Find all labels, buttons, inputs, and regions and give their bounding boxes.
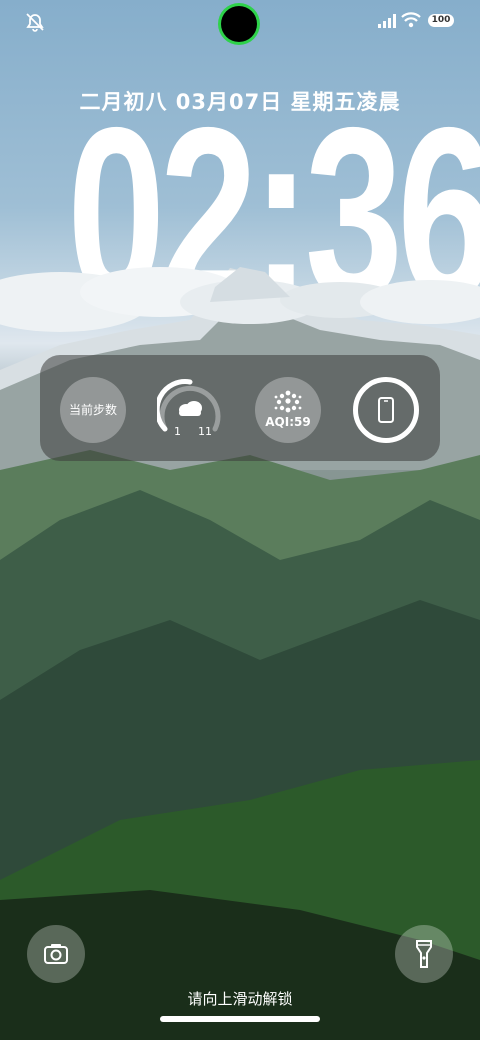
- phone-icon: [378, 397, 394, 423]
- weather-high-temp: 11: [198, 425, 212, 438]
- camera-shortcut-button[interactable]: [27, 925, 85, 983]
- weather-low-temp: 1: [174, 425, 181, 438]
- flashlight-icon: [416, 940, 432, 968]
- wifi-icon: [401, 12, 421, 28]
- camera-icon: [44, 944, 68, 964]
- lock-screen: 100 二月初八 03月07日 星期五凌晨 02:36 当前步数 1 11 AQ…: [0, 0, 480, 1040]
- aqi-widget[interactable]: AQI:59: [255, 377, 321, 443]
- status-bar: 100: [0, 0, 480, 44]
- battery-icon: 100: [428, 14, 454, 27]
- notifications-muted-icon: [26, 13, 44, 32]
- wallpaper-clouds: [0, 267, 480, 332]
- steps-label: 当前步数: [68, 403, 117, 417]
- home-indicator[interactable]: [160, 1016, 320, 1022]
- weather-gauge: [154, 379, 221, 432]
- lockscreen-widgets: 当前步数 1 11 AQI:59: [40, 355, 440, 461]
- aqi-dots-icon: [274, 390, 302, 413]
- cloud-icon: [179, 401, 202, 416]
- weather-widget[interactable]: 1 11: [154, 377, 223, 443]
- front-camera: [221, 6, 257, 42]
- phone-widget[interactable]: [353, 377, 419, 443]
- steps-widget[interactable]: 当前步数: [60, 377, 126, 443]
- cellular-signal-icon: [378, 14, 396, 28]
- flashlight-shortcut-button[interactable]: [395, 925, 453, 983]
- aqi-label: AQI:59: [265, 415, 311, 429]
- unlock-hint: 请向上滑动解锁: [187, 990, 293, 1008]
